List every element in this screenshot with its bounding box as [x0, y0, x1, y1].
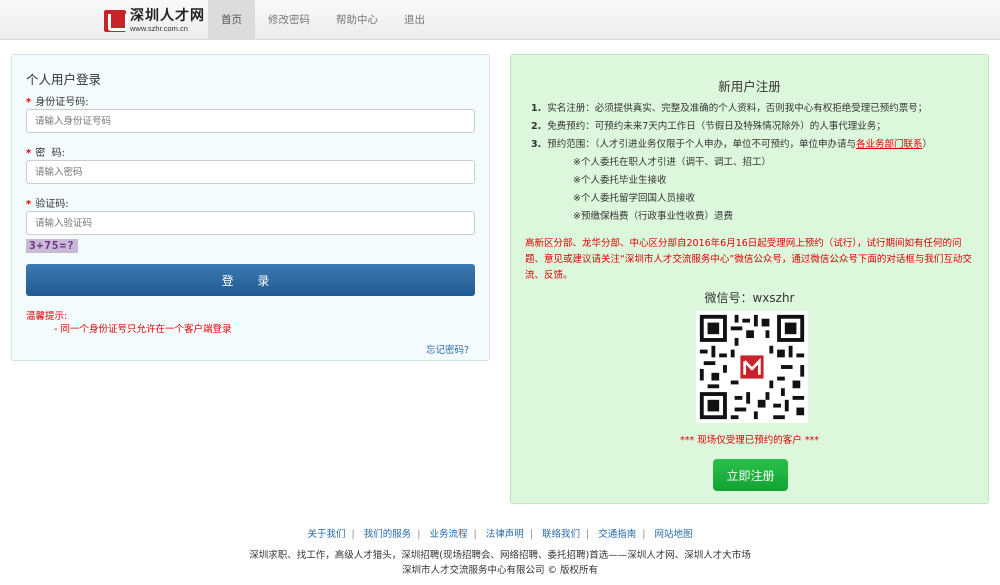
szhr-logo-icon — [104, 10, 128, 32]
scope-item: ※预缴保档费（行政事业性收费）退费 — [573, 211, 733, 222]
site-logo[interactable]: 深圳人才网 www.szhr.com.cn — [104, 8, 205, 34]
password-label: * 密 码: — [26, 148, 65, 159]
footer-link-traffic[interactable]: 交通指南 — [598, 529, 636, 540]
forgot-password-link[interactable]: 忘记密码? — [426, 342, 469, 356]
logo-url: www.szhr.com.cn — [130, 24, 188, 34]
captcha-label: * 验证码: — [26, 199, 69, 210]
nav-logout[interactable]: 退出 — [391, 0, 438, 40]
tip-title: 温馨提示: — [26, 311, 68, 322]
qr-note: *** 现场仅受理已预约的客户 *** — [679, 435, 820, 446]
footer-link-process[interactable]: 业务流程 — [429, 529, 467, 540]
rule-item: 2. 免费预约：可预约未来7天内工作日（节假日及特殊情况除外）的人事代理业务； — [531, 121, 886, 132]
wechat-id: 微信号：wxszhr — [704, 291, 795, 305]
login-button[interactable]: 登 录 — [26, 264, 475, 296]
login-title: 个人用户登录 — [26, 72, 102, 87]
rule-item: 3. 预约范围：（人才引进业务仅限于个人申办，单位不可预约，单位申办请与各业务部门… — [531, 139, 933, 150]
footer-slogan: 深圳求职、找工作，高级人才猎头，深圳招聘(现场招聘会、网络招聘、委托招聘)首选—… — [249, 550, 751, 561]
department-contact-link[interactable]: 各业务部门联系 — [856, 139, 923, 150]
register-title: 新用户注册 — [718, 79, 781, 94]
id-number-input[interactable] — [26, 109, 475, 133]
footer-link-services[interactable]: 我们的服务 — [364, 529, 412, 540]
footer-link-sitemap[interactable]: 网站地图 — [654, 529, 692, 540]
logo-title: 深圳人才网 — [130, 8, 205, 25]
top-bar: 深圳人才网 www.szhr.com.cn 首页 修改密码 帮助中心 退出 — [0, 0, 1000, 40]
footer-link-contact[interactable]: 联络我们 — [542, 529, 580, 540]
required-mark: * — [26, 148, 32, 159]
required-mark: * — [26, 97, 32, 108]
captcha-input[interactable] — [26, 211, 475, 235]
footer-copyright: 深圳市人才交流服务中心有限公司 © 版权所有 — [401, 565, 599, 576]
id-label: * 身份证号码: — [26, 97, 89, 108]
footer-link-legal[interactable]: 法律声明 — [486, 529, 524, 540]
required-mark: * — [26, 199, 32, 210]
login-panel: 个人用户登录 *身份证号码: *密 码: *验证码: 3+75=? 登 录 温馨… — [11, 54, 490, 361]
captcha-image[interactable]: 3+75=? — [26, 239, 78, 253]
register-panel: 新用户注册 1. 实名注册：必须提供真实、完整及准确的个人资料，否则我中心有权拒绝… — [510, 54, 989, 504]
password-input[interactable] — [26, 160, 475, 184]
wechat-qr-code — [696, 311, 808, 423]
nav-help-center[interactable]: 帮助中心 — [323, 0, 391, 40]
main-nav: 首页 修改密码 帮助中心 退出 — [208, 0, 438, 40]
scope-item: ※个人委托留学回国人员接收 — [573, 193, 695, 204]
scope-item: ※个人委托在职人才引进（调干、调工、招工） — [573, 157, 771, 168]
nav-change-password[interactable]: 修改密码 — [255, 0, 323, 40]
footer-link-about[interactable]: 关于我们 — [307, 529, 345, 540]
register-button[interactable]: 立即注册 — [713, 459, 788, 491]
rule-item: 1. 实名注册：必须提供真实、完整及准确的个人资料，否则我中心有权拒绝受理已预约票… — [531, 103, 928, 114]
tip-text: - 同一个身份证号只允许在一个客户端登录 — [54, 324, 232, 335]
scope-item: ※个人委托毕业生接收 — [573, 175, 667, 186]
nav-home[interactable]: 首页 — [208, 0, 255, 40]
footer-links: 关于我们 | 我们的服务 | 业务流程 | 法律声明 | 联络我们 | 交通指南 | 网站地… — [307, 529, 693, 540]
trial-notice: 高新区分部、龙华分部、中心区分部自2016年6月16日起受理网上预约（试行），试… — [525, 238, 972, 281]
